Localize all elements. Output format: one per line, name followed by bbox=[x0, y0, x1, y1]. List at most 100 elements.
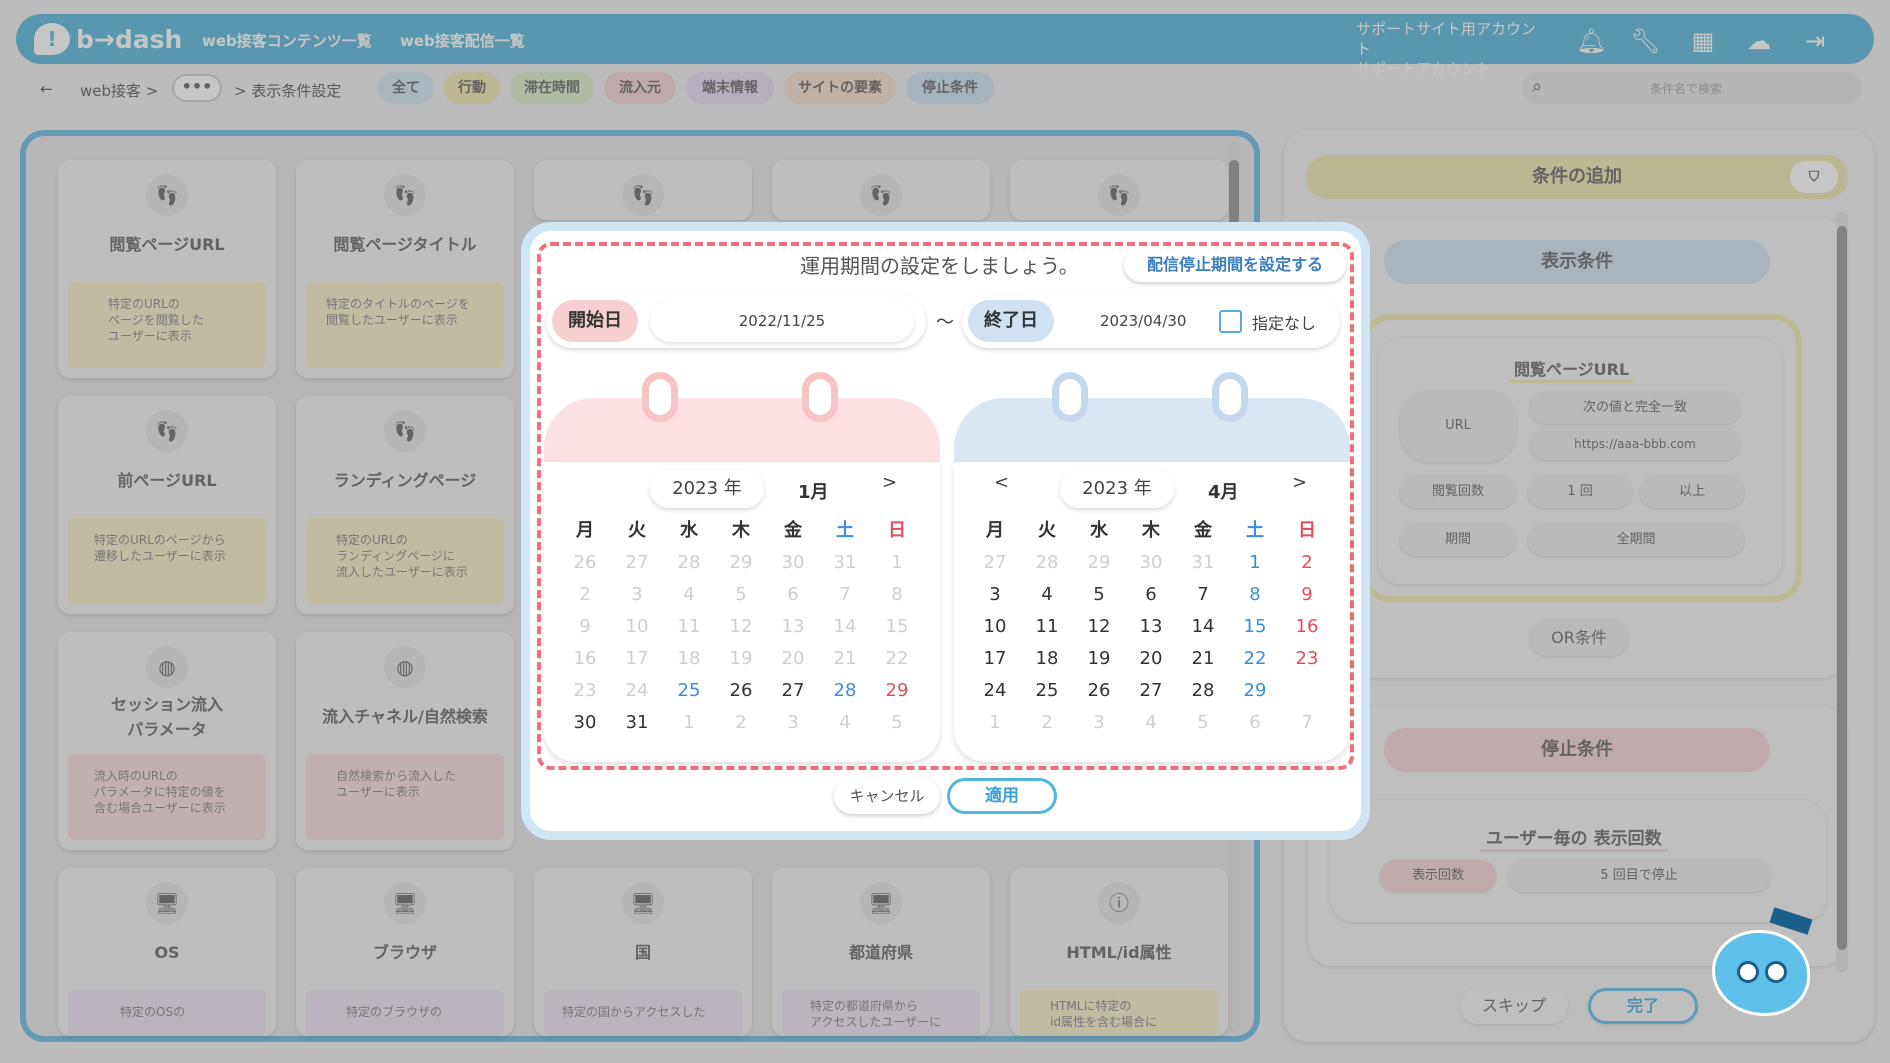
calendar-day[interactable]: 5 bbox=[715, 579, 767, 611]
calendar-day[interactable]: 4 bbox=[819, 707, 871, 739]
calendar-day[interactable]: 5 bbox=[1073, 579, 1125, 611]
calendar-day[interactable]: 31 bbox=[819, 547, 871, 579]
calendar-day[interactable]: 29 bbox=[1229, 675, 1281, 707]
calendar-day[interactable]: 5 bbox=[1177, 707, 1229, 739]
calendar-day[interactable]: 17 bbox=[969, 643, 1021, 675]
calendar-day[interactable]: 29 bbox=[715, 547, 767, 579]
calendar-day[interactable]: 18 bbox=[663, 643, 715, 675]
calendar-day[interactable]: 11 bbox=[663, 611, 715, 643]
calendar-day[interactable]: 26 bbox=[1073, 675, 1125, 707]
calendar-day-selected[interactable]: 25 bbox=[663, 675, 715, 707]
set-stop-period-button[interactable]: 配信停止期間を設定する bbox=[1124, 248, 1346, 282]
no-end-date-label[interactable]: 指定なし bbox=[1252, 310, 1316, 334]
calendar-day[interactable]: 8 bbox=[1229, 579, 1281, 611]
calendar-day[interactable]: 26 bbox=[715, 675, 767, 707]
calendar-day[interactable]: 4 bbox=[1021, 579, 1073, 611]
calendar-day[interactable]: 10 bbox=[611, 611, 663, 643]
calendar-month-label[interactable]: 4月 bbox=[1208, 478, 1239, 504]
no-end-date-checkbox[interactable] bbox=[1219, 310, 1242, 333]
calendar-day[interactable]: 13 bbox=[1125, 611, 1177, 643]
calendar-day[interactable]: 9 bbox=[559, 611, 611, 643]
calendar-day[interactable]: 27 bbox=[1125, 675, 1177, 707]
calendar-day[interactable]: 23 bbox=[559, 675, 611, 707]
calendar-day[interactable]: 14 bbox=[1177, 611, 1229, 643]
calendar-day[interactable]: 21 bbox=[1177, 643, 1229, 675]
calendar-day[interactable]: 11 bbox=[1021, 611, 1073, 643]
calendar-day[interactable]: 30 bbox=[767, 547, 819, 579]
calendar-day[interactable]: 1 bbox=[663, 707, 715, 739]
calendar-day[interactable]: 24 bbox=[969, 675, 1021, 707]
calendar-day[interactable]: 30 bbox=[559, 707, 611, 739]
calendar-day[interactable]: 29 bbox=[1073, 547, 1125, 579]
calendar-day[interactable]: 9 bbox=[1281, 579, 1333, 611]
calendar-day[interactable]: 29 bbox=[871, 675, 923, 707]
calendar-day[interactable]: 1 bbox=[871, 547, 923, 579]
calendar-day[interactable]: 15 bbox=[871, 611, 923, 643]
calendar-day[interactable]: 2 bbox=[715, 707, 767, 739]
calendar-day[interactable]: 31 bbox=[1177, 547, 1229, 579]
calendar-day[interactable]: 14 bbox=[819, 611, 871, 643]
calendar-day[interactable]: 3 bbox=[969, 579, 1021, 611]
calendar-day[interactable]: 4 bbox=[663, 579, 715, 611]
calendar-day[interactable]: 31 bbox=[611, 707, 663, 739]
calendar-day[interactable]: 19 bbox=[715, 643, 767, 675]
calendar-day[interactable]: 2 bbox=[1281, 547, 1333, 579]
calendar-day[interactable]: 19 bbox=[1073, 643, 1125, 675]
calendar-day[interactable]: 6 bbox=[1229, 707, 1281, 739]
calendar-year-select[interactable]: 2023 年 bbox=[650, 470, 764, 508]
prev-month-button[interactable]: < bbox=[994, 472, 1009, 493]
calendar-day[interactable]: 1 bbox=[1229, 547, 1281, 579]
calendar-day[interactable]: 6 bbox=[1125, 579, 1177, 611]
calendar-day[interactable]: 22 bbox=[1229, 643, 1281, 675]
calendar-day[interactable]: 8 bbox=[871, 579, 923, 611]
cancel-button[interactable]: キャンセル bbox=[834, 778, 940, 814]
calendar-day[interactable]: 26 bbox=[559, 547, 611, 579]
calendar-year-select[interactable]: 2023 年 bbox=[1060, 470, 1174, 508]
calendar-day[interactable]: 28 bbox=[819, 675, 871, 707]
calendar-day[interactable]: 2 bbox=[559, 579, 611, 611]
calendar-day[interactable]: 16 bbox=[559, 643, 611, 675]
next-month-button[interactable]: > bbox=[882, 472, 897, 493]
calendar-day[interactable]: 28 bbox=[1021, 547, 1073, 579]
calendar-day[interactable]: 2 bbox=[1021, 707, 1073, 739]
calendar-day[interactable]: 30 bbox=[1125, 547, 1177, 579]
apply-button[interactable]: 適用 bbox=[947, 778, 1057, 814]
calendar-day[interactable]: 20 bbox=[1125, 643, 1177, 675]
calendar-day[interactable]: 12 bbox=[1073, 611, 1125, 643]
calendar-day[interactable]: 17 bbox=[611, 643, 663, 675]
calendar-month-label[interactable]: 1月 bbox=[798, 478, 829, 504]
calendar-day[interactable]: 5 bbox=[871, 707, 923, 739]
calendar-day[interactable]: 1 bbox=[969, 707, 1021, 739]
calendar-day[interactable]: 3 bbox=[1073, 707, 1125, 739]
calendar-day[interactable]: 23 bbox=[1281, 643, 1333, 675]
calendar-ring bbox=[642, 372, 678, 422]
calendar-day[interactable]: 15 bbox=[1229, 611, 1281, 643]
calendar-day[interactable]: 24 bbox=[611, 675, 663, 707]
calendar-day[interactable]: 6 bbox=[767, 579, 819, 611]
calendar-day[interactable]: 27 bbox=[611, 547, 663, 579]
calendar-day[interactable]: 22 bbox=[871, 643, 923, 675]
calendar-day[interactable]: 27 bbox=[969, 547, 1021, 579]
calendar-day[interactable]: 13 bbox=[767, 611, 819, 643]
calendar-day[interactable]: 7 bbox=[1281, 707, 1333, 739]
calendar-day[interactable]: 16 bbox=[1281, 611, 1333, 643]
calendar-day[interactable]: 27 bbox=[767, 675, 819, 707]
calendar-day[interactable]: 12 bbox=[715, 611, 767, 643]
calendar-day[interactable]: 28 bbox=[1177, 675, 1229, 707]
calendar-day[interactable]: 25 bbox=[1021, 675, 1073, 707]
calendar-day[interactable]: 3 bbox=[611, 579, 663, 611]
calendar-day[interactable]: 18 bbox=[1021, 643, 1073, 675]
next-month-button[interactable]: > bbox=[1292, 472, 1307, 493]
calendar-day[interactable]: 7 bbox=[819, 579, 871, 611]
start-date-row: 開始日 2022/11/25 bbox=[546, 294, 926, 348]
calendar-day[interactable]: 10 bbox=[969, 611, 1021, 643]
calendar-day[interactable]: 4 bbox=[1125, 707, 1177, 739]
calendar-day[interactable]: 20 bbox=[767, 643, 819, 675]
calendar-day[interactable]: 28 bbox=[663, 547, 715, 579]
calendar-day[interactable]: 3 bbox=[767, 707, 819, 739]
calendar-day[interactable]: 7 bbox=[1177, 579, 1229, 611]
calendar-day-selected[interactable]: 30 bbox=[1281, 675, 1333, 707]
calendar-week-row: 2345678 bbox=[559, 579, 925, 611]
start-date-input[interactable]: 2022/11/25 bbox=[650, 300, 914, 342]
calendar-day[interactable]: 21 bbox=[819, 643, 871, 675]
